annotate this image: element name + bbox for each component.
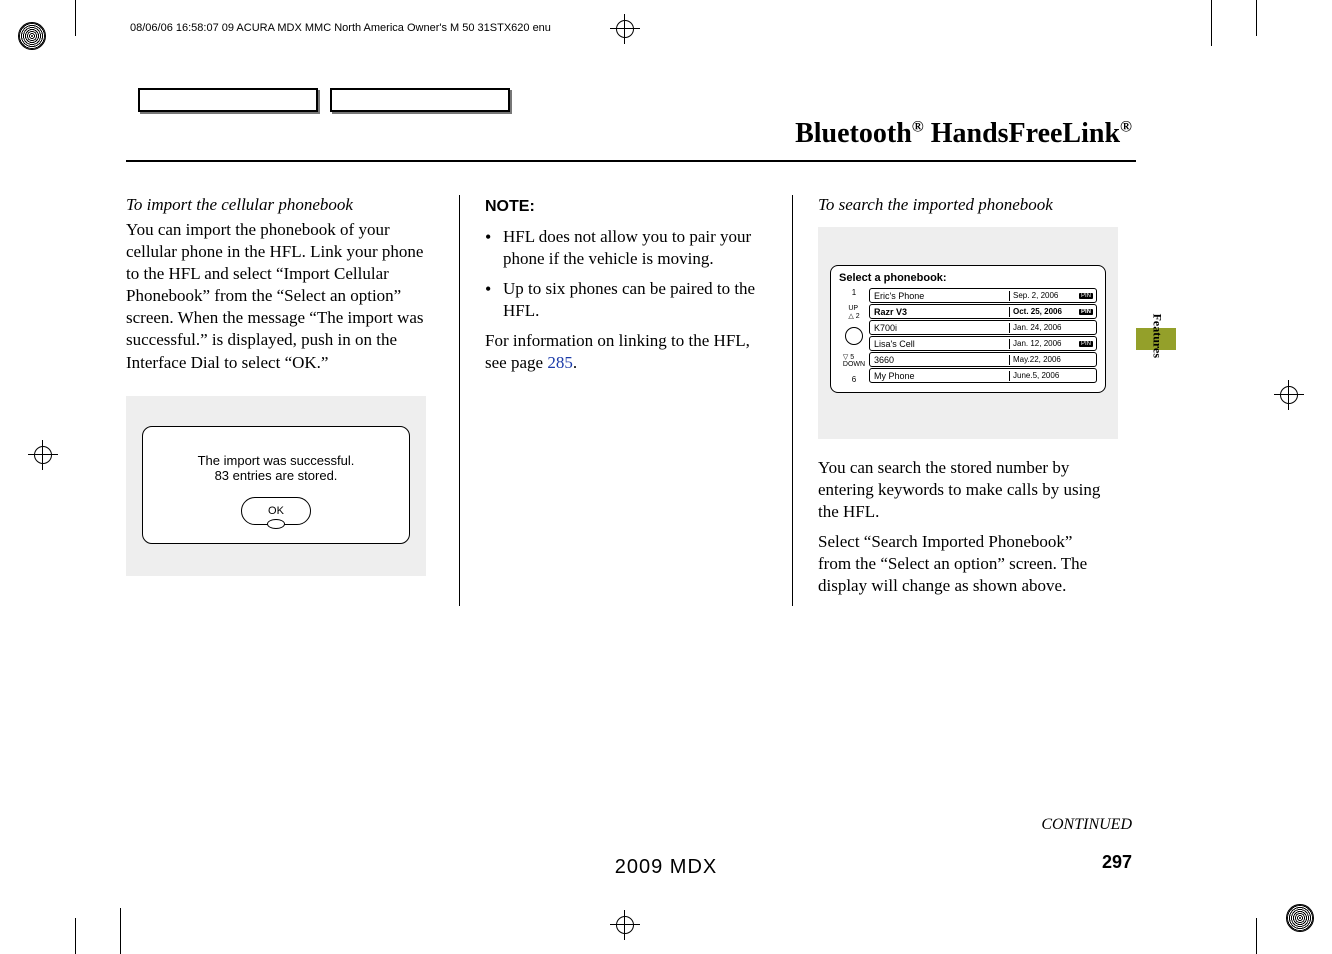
import-success-panel: The import was successful. 83 entries ar… <box>142 426 410 544</box>
phonebook-row-4: Lisa's Cell Jan. 12, 2006PIN <box>869 336 1097 351</box>
crosshair-icon <box>28 440 58 470</box>
note-bullet-2: Up to six phones can be paired to the HF… <box>485 278 770 322</box>
col3-body-2: Select “Search Imported Phonebook” from … <box>818 531 1103 597</box>
phonebook-name: My Phone <box>870 371 1010 381</box>
down-label: ▽ 5DOWN <box>843 353 865 368</box>
crop-mark <box>120 908 121 954</box>
crop-mark <box>1256 918 1257 954</box>
crosshair-icon <box>610 14 640 44</box>
col3-subheading: To search the imported phonebook <box>818 195 1103 215</box>
phonebook-name: 3660 <box>870 355 1010 365</box>
registration-mark-icon <box>1286 904 1314 932</box>
col1-subheading: To import the cellular phonebook <box>126 195 437 215</box>
row-number-1: 1 <box>852 288 856 297</box>
content-columns: To import the cellular phonebook You can… <box>126 195 1136 606</box>
column-3: To search the imported phonebook Select … <box>792 195 1125 606</box>
phonebook-table: Eric's Phone Sep. 2, 2006PIN Razr V3 Oct… <box>869 288 1097 384</box>
import-success-screenshot: The import was successful. 83 entries ar… <box>126 396 426 576</box>
phonebook-row-6: My Phone June.5, 2006 <box>869 368 1097 383</box>
crop-mark <box>75 918 76 954</box>
phonebook-screenshot: Select a phonebook: 1 UP△ 2 ▽ 5DOWN 6 Er… <box>818 227 1118 439</box>
phonebook-left-controls: 1 UP△ 2 ▽ 5DOWN 6 <box>839 288 869 384</box>
phonebook-name: Eric's Phone <box>870 291 1010 301</box>
dial-icon <box>845 327 863 345</box>
page-link-285[interactable]: 285 <box>547 353 573 372</box>
header-metadata: 08/06/06 16:58:07 09 ACURA MDX MMC North… <box>130 22 551 34</box>
note-list: HFL does not allow you to pair your phon… <box>485 226 770 322</box>
crosshair-icon <box>1274 380 1304 410</box>
phonebook-panel: Select a phonebook: 1 UP△ 2 ▽ 5DOWN 6 Er… <box>830 265 1106 393</box>
phonebook-name: Lisa's Cell <box>870 339 1010 349</box>
ok-label: OK <box>268 505 284 517</box>
col1-body: You can import the phonebook of your cel… <box>126 219 437 374</box>
header-box-right <box>330 88 510 112</box>
model-year-label: 2009 MDX <box>615 856 718 879</box>
phonebook-name: Razr V3 <box>870 307 1010 317</box>
phonebook-row-2-selected: Razr V3 Oct. 25, 2006PIN <box>869 304 1097 319</box>
note-bullet-1: HFL does not allow you to pair your phon… <box>485 226 770 270</box>
title-word-handsfreelink: HandsFreeLink <box>924 118 1120 149</box>
page-number: 297 <box>1102 852 1132 873</box>
pin-icon: PIN <box>1079 341 1093 347</box>
page-title: Bluetooth® HandsFreeLink® <box>795 118 1132 150</box>
crop-mark <box>75 0 76 36</box>
crop-mark <box>1256 0 1257 36</box>
continued-label: CONTINUED <box>1041 816 1132 834</box>
phonebook-date: Sep. 2, 2006PIN <box>1010 291 1096 300</box>
crosshair-icon <box>610 910 640 940</box>
column-2: NOTE: HFL does not allow you to pair you… <box>459 195 792 606</box>
registered-icon: ® <box>1120 119 1132 136</box>
note-block: NOTE: <box>485 195 770 218</box>
section-tab-label: Features <box>1149 314 1164 358</box>
phonebook-date: May.22, 2006 <box>1010 355 1096 364</box>
column-1: To import the cellular phonebook You can… <box>126 195 459 606</box>
note-label: NOTE: <box>485 198 535 215</box>
phonebook-date: Jan. 24, 2006 <box>1010 323 1096 332</box>
phonebook-date: June.5, 2006 <box>1010 371 1096 380</box>
title-word-bluetooth: Bluetooth <box>795 118 912 149</box>
dial-knob-icon <box>267 519 285 529</box>
horizontal-rule <box>126 160 1136 162</box>
up-label: UP△ 2 <box>848 305 859 320</box>
phonebook-row-1: Eric's Phone Sep. 2, 2006PIN <box>869 288 1097 303</box>
registered-icon: ® <box>912 119 924 136</box>
pin-icon: PIN <box>1079 309 1093 315</box>
import-success-line1: The import was successful. <box>153 453 399 468</box>
crop-mark <box>1211 0 1212 46</box>
ok-button: OK <box>241 497 311 525</box>
col3-body-1: You can search the stored number by ente… <box>818 457 1103 523</box>
import-success-line2: 83 entries are stored. <box>153 468 399 483</box>
phonebook-date: Oct. 25, 2006PIN <box>1010 307 1096 316</box>
pin-icon: PIN <box>1079 293 1093 299</box>
phonebook-date: Jan. 12, 2006PIN <box>1010 339 1096 348</box>
linking-info-text-b: . <box>573 353 577 372</box>
header-box-left <box>138 88 318 112</box>
phonebook-row-3: K700i Jan. 24, 2006 <box>869 320 1097 335</box>
linking-info-text-a: For information on linking to the HFL, s… <box>485 331 750 372</box>
phonebook-name: K700i <box>870 323 1010 333</box>
linking-info: For information on linking to the HFL, s… <box>485 330 770 374</box>
registration-mark-icon <box>18 22 46 50</box>
phonebook-title: Select a phonebook: <box>839 272 1097 284</box>
row-number-6: 6 <box>852 375 856 384</box>
phonebook-row-5: 3660 May.22, 2006 <box>869 352 1097 367</box>
